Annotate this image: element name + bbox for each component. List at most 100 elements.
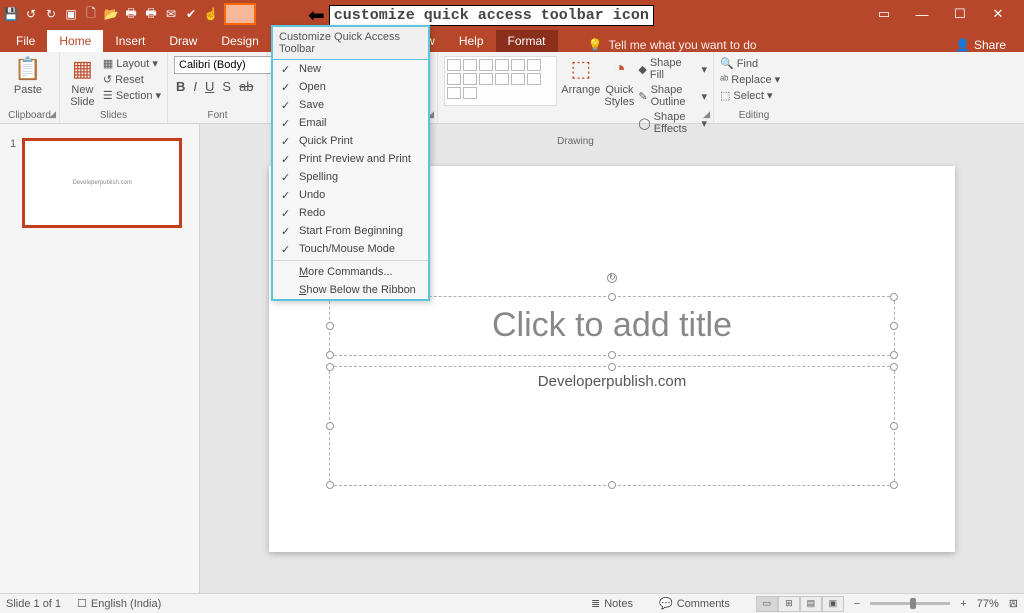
reading-view-button[interactable]: ▤ (800, 596, 822, 612)
new-slide-label: New Slide (70, 84, 94, 108)
group-font: B I U S ab Font (168, 52, 268, 123)
save-icon[interactable]: 💾 (2, 5, 20, 23)
resize-handle-ne[interactable] (890, 293, 898, 301)
collapse-ribbon-button[interactable]: ᴧ (1011, 597, 1017, 609)
maximize-button[interactable]: ☐ (950, 4, 970, 24)
section-button[interactable]: ☰ Section ▾ (103, 88, 161, 103)
undo-icon[interactable]: ↺ (22, 5, 40, 23)
new-slide-button[interactable]: ▦ New Slide (66, 56, 99, 108)
qat-item-quick-print[interactable]: Quick Print (273, 132, 428, 150)
font-name-input[interactable] (174, 56, 274, 74)
quick-styles-button[interactable]: ◔ Quick Styles (604, 56, 634, 108)
reset-button[interactable]: ↺ Reset (103, 72, 161, 87)
open-icon[interactable]: 📂 (102, 5, 120, 23)
clipboard-launcher[interactable]: ◢ (49, 109, 56, 120)
resize-handle-w[interactable] (326, 322, 334, 330)
slide-thumbnail-panel[interactable]: 1 Developerpublish.com (0, 124, 200, 593)
spelling-icon[interactable]: ✔ (182, 5, 200, 23)
email-icon[interactable]: ✉ (162, 5, 180, 23)
title-placeholder-text: Click to add title (492, 306, 732, 345)
tab-insert[interactable]: Insert (103, 30, 157, 52)
drawing-launcher[interactable]: ◢ (703, 109, 710, 120)
qat-item-more-commands[interactable]: More Commands... (273, 263, 428, 281)
sorter-view-button[interactable]: ⊞ (778, 596, 800, 612)
slideshow-view-button[interactable]: ▣ (822, 596, 844, 612)
tab-home[interactable]: Home (47, 30, 103, 52)
zoom-level[interactable]: 77% (977, 598, 999, 610)
subtitle-placeholder[interactable]: Developerpublish.com (329, 366, 895, 486)
quick-print-icon[interactable]: 🖶 (122, 5, 140, 23)
tab-format[interactable]: Format (496, 30, 558, 52)
resize-handle-e[interactable] (890, 322, 898, 330)
select-button[interactable]: ⬚ Select ▾ (720, 88, 780, 103)
rotate-handle[interactable] (607, 273, 617, 283)
qat-item-show-below[interactable]: Show Below the Ribbon (273, 281, 428, 299)
tab-draw[interactable]: Draw (157, 30, 209, 52)
tab-help[interactable]: Help (447, 30, 496, 52)
arrange-button[interactable]: ⬚ Arrange (561, 56, 600, 96)
shadow-button[interactable]: S (220, 78, 233, 95)
qat-item-spelling[interactable]: Spelling (273, 168, 428, 186)
resize-handle-sw[interactable] (326, 351, 334, 359)
customize-qat-button[interactable] (224, 3, 256, 25)
resize-handle-w[interactable] (326, 422, 334, 430)
resize-handle-n[interactable] (608, 363, 616, 371)
comments-button[interactable]: 💬 Comments (659, 597, 730, 610)
resize-handle-ne[interactable] (890, 363, 898, 371)
qat-item-save[interactable]: Save (273, 96, 428, 114)
thumbnail-preview[interactable]: Developerpublish.com (22, 138, 182, 228)
underline-button[interactable]: U (203, 78, 216, 95)
slide-counter[interactable]: Slide 1 of 1 (6, 598, 61, 610)
qat-item-touch-mouse[interactable]: Touch/Mouse Mode (273, 240, 428, 258)
normal-view-button[interactable]: ▭ (756, 596, 778, 612)
tab-design[interactable]: Design (209, 30, 270, 52)
workspace: 1 Developerpublish.com Click to add titl… (0, 124, 1024, 593)
new-icon[interactable]: 🗋 (82, 5, 100, 23)
qat-item-email[interactable]: Email (273, 114, 428, 132)
resize-handle-se[interactable] (890, 481, 898, 489)
title-placeholder[interactable]: Click to add title (329, 296, 895, 356)
qat-item-print-preview[interactable]: Print Preview and Print (273, 150, 428, 168)
resize-handle-e[interactable] (890, 422, 898, 430)
shape-fill-button[interactable]: ◆ Shape Fill ▾ (638, 56, 707, 82)
strike-button[interactable]: ab (237, 78, 255, 95)
shape-outline-button[interactable]: ✎ Shape Outline ▾ (638, 83, 707, 109)
language-indicator[interactable]: ☐ English (India) (77, 597, 161, 610)
resize-handle-n[interactable] (608, 293, 616, 301)
zoom-slider[interactable] (870, 602, 950, 605)
start-show-icon[interactable]: ▣ (62, 5, 80, 23)
qat-menu-title: Customize Quick Access Toolbar (273, 27, 428, 60)
qat-item-undo[interactable]: Undo (273, 186, 428, 204)
redo-icon[interactable]: ↻ (42, 5, 60, 23)
print-preview-icon[interactable]: 🖶 (142, 5, 160, 23)
share-button[interactable]: 👤 Share (955, 38, 1024, 52)
tab-file[interactable]: File (4, 30, 47, 52)
notes-button[interactable]: ≣ Notes (591, 597, 633, 610)
italic-button[interactable]: I (191, 78, 199, 95)
resize-handle-nw[interactable] (326, 363, 334, 371)
minimize-button[interactable]: — (912, 4, 932, 24)
tell-me-search[interactable]: 💡 Tell me what you want to do (588, 38, 757, 52)
layout-button[interactable]: ▦ Layout ▾ (103, 56, 161, 71)
resize-handle-sw[interactable] (326, 481, 334, 489)
zoom-out-button[interactable]: − (854, 598, 860, 610)
resize-handle-se[interactable] (890, 351, 898, 359)
group-clipboard: 📋 Paste Clipboard ◢ (0, 52, 60, 123)
ribbon-display-icon[interactable]: ▭ (874, 4, 894, 24)
zoom-in-button[interactable]: + (960, 598, 966, 610)
slide-thumbnail-1[interactable]: 1 Developerpublish.com (10, 138, 189, 228)
close-button[interactable]: ✕ (988, 4, 1008, 24)
replace-button[interactable]: ᵃᵇ Replace ▾ (720, 72, 780, 87)
qat-item-open[interactable]: Open (273, 78, 428, 96)
quick-access-toolbar: 💾 ↺ ↻ ▣ 🗋 📂 🖶 🖶 ✉ ✔ ☝ (2, 3, 256, 25)
shapes-gallery[interactable] (444, 56, 557, 106)
resize-handle-s[interactable] (608, 351, 616, 359)
find-button[interactable]: 🔍 Find (720, 56, 780, 71)
qat-item-new[interactable]: New (273, 60, 428, 78)
bold-button[interactable]: B (174, 78, 187, 95)
resize-handle-s[interactable] (608, 481, 616, 489)
qat-item-start-beginning[interactable]: Start From Beginning (273, 222, 428, 240)
paste-button[interactable]: 📋 Paste (6, 56, 50, 96)
touch-mode-icon[interactable]: ☝ (202, 5, 220, 23)
qat-item-redo[interactable]: Redo (273, 204, 428, 222)
